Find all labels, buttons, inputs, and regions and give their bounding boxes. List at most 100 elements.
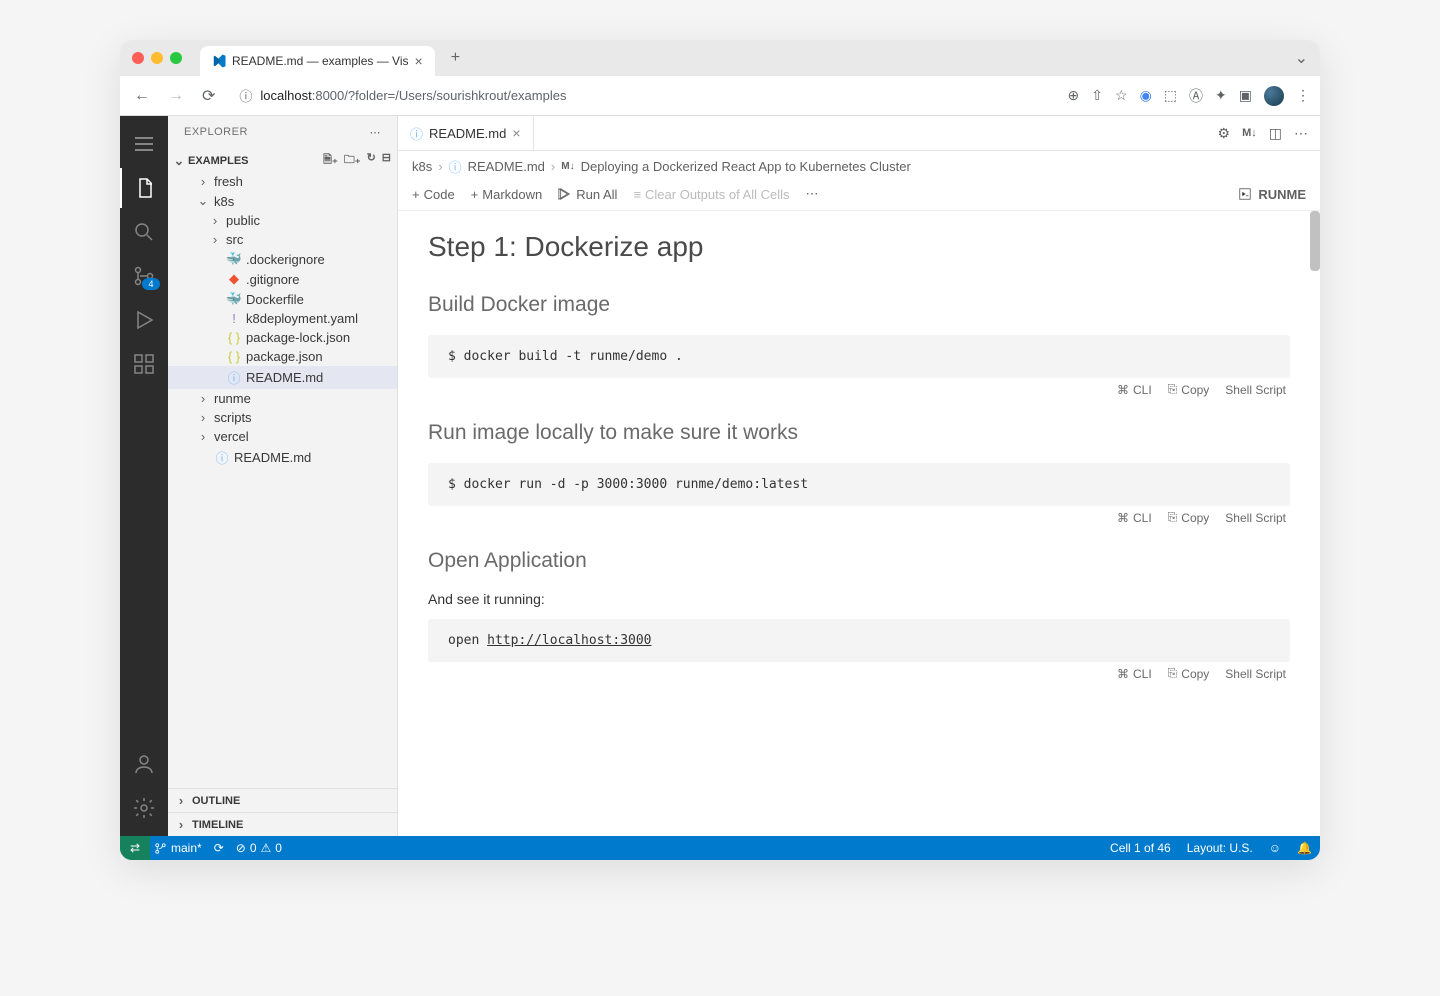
zoom-icon[interactable]: ⊕ [1068, 87, 1080, 104]
folder-item[interactable]: ›scripts [168, 408, 397, 427]
sidebar-header: EXPLORER ⋯ [168, 116, 397, 149]
editor-more-icon[interactable]: ⋯ [1294, 125, 1308, 142]
split-editor-icon[interactable]: ◫ [1269, 125, 1282, 142]
remote-indicator[interactable]: ⇄ [120, 836, 150, 860]
file-item[interactable]: !k8deployment.yaml [168, 309, 397, 328]
copy-button[interactable]: ⎘ Copy [1168, 666, 1210, 681]
file-item[interactable]: ⓘREADME.md [168, 366, 397, 389]
notebook-toolbar: + Code + Markdown Run All ≡ Clear Output… [398, 182, 1320, 211]
code-cell[interactable]: open http://localhost:3000 [428, 619, 1290, 662]
breadcrumb-part[interactable]: Deploying a Dockerized React App to Kube… [581, 159, 911, 174]
copy-button[interactable]: ⎘ Copy [1168, 510, 1210, 525]
extensions-menu-icon[interactable]: ✦ [1215, 87, 1227, 104]
folder-item[interactable]: ›runme [168, 389, 397, 408]
extension-icon-3[interactable]: Ⓐ [1189, 86, 1203, 106]
menu-icon[interactable] [120, 124, 168, 164]
folder-item[interactable]: ›vercel [168, 427, 397, 446]
language-label[interactable]: Shell Script [1225, 382, 1286, 397]
editor-tab-readme[interactable]: ⓘ README.md × [398, 116, 534, 150]
add-markdown-button[interactable]: + Markdown [471, 187, 543, 202]
panel-icon[interactable]: ▣ [1239, 87, 1252, 104]
minimize-window-button[interactable] [151, 52, 163, 64]
markdown-badge[interactable]: M↓ [1242, 127, 1257, 139]
add-code-button[interactable]: + Code [412, 187, 455, 202]
language-label[interactable]: Shell Script [1225, 666, 1286, 681]
scrollbar-thumb[interactable] [1310, 211, 1320, 271]
problems-indicator[interactable]: ⊘ 0 ⚠ 0 [236, 841, 282, 855]
new-folder-icon[interactable]: 🗀₊ [344, 151, 361, 170]
tabs-chevron-icon[interactable]: ⌄ [1295, 48, 1308, 68]
forward-button[interactable]: → [164, 83, 188, 109]
share-icon[interactable]: ⇧ [1091, 87, 1103, 104]
folder-item[interactable]: ›fresh [168, 172, 397, 191]
extension-icon-2[interactable]: ⬚ [1164, 87, 1177, 104]
reload-button[interactable]: ⟳ [198, 82, 219, 110]
language-label[interactable]: Shell Script [1225, 510, 1286, 525]
folder-section-header[interactable]: ⌄ EXAMPLES 🗎₊ 🗀₊ ↻ ⊟ [168, 149, 397, 172]
browser-tab[interactable]: README.md — examples — Vis × [200, 46, 435, 76]
profile-avatar[interactable] [1264, 86, 1284, 106]
new-tab-button[interactable]: + [443, 49, 468, 67]
notifications-icon[interactable]: 🔔 [1297, 841, 1312, 855]
search-icon[interactable] [120, 212, 168, 252]
toolbar-more-icon[interactable]: ⋯ [806, 186, 819, 202]
explorer-icon[interactable] [120, 168, 168, 208]
url-port: :8000 [312, 88, 345, 103]
cli-button[interactable]: ⌘ CLI [1117, 382, 1152, 397]
clear-outputs-button[interactable]: ≡ Clear Outputs of All Cells [633, 187, 789, 202]
bookmark-icon[interactable]: ☆ [1115, 87, 1128, 104]
site-info-icon[interactable]: ⓘ [239, 86, 252, 105]
file-item[interactable]: { }package-lock.json [168, 328, 397, 347]
sidebar-more-icon[interactable]: ⋯ [370, 126, 382, 139]
run-settings-icon[interactable]: ⚙ [1218, 125, 1231, 142]
browser-menu-icon[interactable]: ⋮ [1296, 87, 1310, 104]
cell-position[interactable]: Cell 1 of 46 [1110, 841, 1171, 855]
folder-item[interactable]: ›src [168, 230, 397, 249]
vscode-app: EXPLORER ⋯ ⌄ EXAMPLES 🗎₊ 🗀₊ ↻ ⊟ ›fresh⌄k… [120, 116, 1320, 860]
code-cell[interactable]: $ docker build -t runme/demo . [428, 335, 1290, 378]
keyboard-layout[interactable]: Layout: U.S. [1187, 841, 1253, 855]
extensions-icon[interactable] [120, 344, 168, 384]
close-tab-icon[interactable]: × [415, 53, 423, 69]
extension-icon-1[interactable]: ◉ [1140, 87, 1152, 104]
close-editor-tab-icon[interactable]: × [512, 125, 520, 141]
file-item[interactable]: ⓘREADME.md [168, 446, 397, 469]
tree-item-label: .gitignore [246, 272, 299, 287]
new-file-icon[interactable]: 🗎₊ [323, 151, 338, 170]
timeline-section[interactable]: › TIMELINE [168, 812, 397, 836]
folder-item[interactable]: ⌄k8s [168, 191, 397, 211]
file-item[interactable]: ◆.gitignore [168, 269, 397, 289]
maximize-window-button[interactable] [170, 52, 182, 64]
feedback-icon[interactable]: ☺ [1269, 841, 1281, 855]
breadcrumb-part[interactable]: README.md [468, 159, 545, 174]
url-path: /?folder=/Users/sourishkrout/examples [344, 88, 566, 103]
breadcrumbs[interactable]: k8s › ⓘ README.md › M↓ Deploying a Docke… [398, 151, 1320, 182]
address-bar[interactable]: ⓘ localhost:8000/?folder=/Users/sourishk… [229, 82, 1057, 109]
run-debug-icon[interactable] [120, 300, 168, 340]
copy-button[interactable]: ⎘ Copy [1168, 382, 1210, 397]
back-button[interactable]: ← [130, 83, 154, 109]
file-item[interactable]: 🐳.dockerignore [168, 249, 397, 269]
notebook-content[interactable]: Step 1: Dockerize app Build Docker image… [398, 211, 1320, 836]
source-control-icon[interactable] [120, 256, 168, 296]
runme-button[interactable]: RUNME [1238, 187, 1306, 202]
outline-section[interactable]: › OUTLINE [168, 788, 397, 812]
folder-item[interactable]: ›public [168, 211, 397, 230]
cli-button[interactable]: ⌘ CLI [1117, 666, 1152, 681]
collapse-all-icon[interactable]: ⊟ [382, 151, 391, 170]
cli-button[interactable]: ⌘ CLI [1117, 510, 1152, 525]
file-item[interactable]: 🐳Dockerfile [168, 289, 397, 309]
editor-tab-label: README.md [429, 126, 506, 141]
localhost-link[interactable]: http://localhost:3000 [487, 633, 651, 648]
refresh-icon[interactable]: ↻ [367, 151, 376, 170]
settings-gear-icon[interactable] [120, 788, 168, 828]
breadcrumb-part[interactable]: k8s [412, 159, 432, 174]
run-all-button[interactable]: Run All [558, 187, 617, 202]
cell-footer: ⌘ CLI ⎘ Copy Shell Script [428, 506, 1290, 527]
file-item[interactable]: { }package.json [168, 347, 397, 366]
sync-button[interactable]: ⟳ [214, 841, 224, 855]
git-branch[interactable]: main* [154, 841, 202, 855]
code-cell[interactable]: $ docker run -d -p 3000:3000 runme/demo:… [428, 463, 1290, 506]
account-icon[interactable] [120, 744, 168, 784]
close-window-button[interactable] [132, 52, 144, 64]
